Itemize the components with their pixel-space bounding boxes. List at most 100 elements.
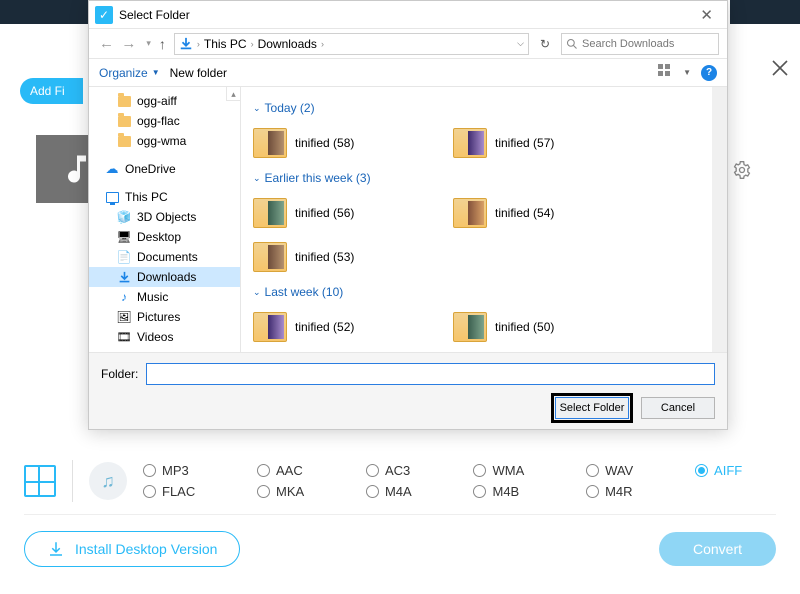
folder-item[interactable]: tinified (53) [253, 235, 453, 279]
folder-item[interactable]: tinified (56) [253, 191, 453, 235]
format-label: MP3 [162, 463, 189, 478]
tree-item-ogg-flac[interactable]: ogg-flac [89, 111, 240, 131]
folder-item[interactable]: tinified (50) [453, 305, 653, 349]
cancel-button[interactable]: Cancel [641, 397, 715, 419]
folder-input[interactable] [146, 363, 715, 385]
address-bar[interactable]: › This PC › Downloads › ⌵ [174, 33, 529, 55]
folder-name: tinified (52) [295, 320, 354, 334]
format-options: MP3 AAC AC3 WMA WAV AIFF FLAC MKA M4A M4B M4R [143, 463, 776, 499]
group-header[interactable]: ⌄Earlier this week (3) [253, 171, 700, 185]
folder-item[interactable]: tinified (57) [453, 121, 653, 165]
group-header[interactable]: ⌄Last week (10) [253, 285, 700, 299]
format-label: M4R [605, 484, 632, 499]
download-arrow-icon [179, 37, 193, 51]
format-label: M4A [385, 484, 412, 499]
tree-item-downloads[interactable]: Downloads [89, 267, 240, 287]
tree-item-ogg-aiff[interactable]: ogg-aiff [89, 91, 240, 111]
chevron-down-icon: ⌄ [253, 287, 261, 298]
bg-dark-left [0, 0, 88, 24]
folder-name: tinified (50) [495, 320, 554, 334]
format-mka[interactable]: MKA [257, 484, 338, 499]
search-placeholder: Search Downloads [582, 38, 674, 50]
install-desktop-button[interactable]: Install Desktop Version [24, 531, 240, 567]
tree-item-label: OneDrive [125, 162, 176, 176]
divider [72, 460, 73, 502]
folder-item[interactable]: tinified (58) [253, 121, 453, 165]
close-icon[interactable] [770, 58, 790, 83]
bg-dark-right [730, 0, 800, 24]
radio-icon [586, 464, 599, 477]
format-label: WAV [605, 463, 633, 478]
select-folder-button[interactable]: Select Folder [555, 397, 629, 419]
chevron-down-icon: ⌄ [253, 103, 261, 114]
folder-item[interactable]: tinified (52) [253, 305, 453, 349]
folder-icon [453, 312, 487, 342]
chevron-down-icon: ▼ [152, 68, 160, 77]
back-icon[interactable]: ← [97, 35, 116, 52]
download-icon [47, 540, 65, 558]
format-wma[interactable]: WMA [473, 463, 558, 478]
dialog-close-icon[interactable]: ✕ [692, 6, 721, 24]
folder-item[interactable]: tinified (48) [453, 349, 653, 352]
scrollbar-thumb[interactable] [714, 181, 725, 241]
audio-format-icon[interactable]: ♫ [89, 462, 127, 500]
chevron-down-icon: ⌄ [253, 173, 261, 184]
tree-scroll-up-icon[interactable]: ▴ [226, 87, 240, 101]
dialog-titlebar: ✓ Select Folder ✕ [89, 1, 727, 29]
format-m4a[interactable]: M4A [366, 484, 446, 499]
search-input[interactable]: Search Downloads [561, 33, 719, 55]
format-ac3[interactable]: AC3 [366, 463, 446, 478]
format-m4b[interactable]: M4B [473, 484, 558, 499]
tree-item-documents[interactable]: 📄Documents [89, 247, 240, 267]
refresh-icon[interactable]: ↻ [537, 36, 553, 52]
tree-item-this-pc[interactable]: This PC [89, 187, 240, 207]
nav-tree: ▴ ogg-aiff ogg-flacogg-wma ☁OneDrive This P… [89, 87, 241, 352]
video-format-icon[interactable] [24, 465, 56, 497]
tree-item-label: 3D Objects [137, 210, 196, 224]
format-m4r[interactable]: M4R [586, 484, 667, 499]
address-dropdown-icon[interactable]: ⌵ [517, 38, 524, 49]
format-flac[interactable]: FLAC [143, 484, 229, 499]
tree-item-music[interactable]: ♪Music [89, 287, 240, 307]
tree-item-label: Videos [137, 330, 173, 344]
organize-menu[interactable]: Organize ▼ [99, 66, 160, 80]
tree-item-desktop[interactable]: 🖥Desktop [89, 227, 240, 247]
folder-item[interactable]: tinified (54) [453, 191, 653, 235]
new-folder-button[interactable]: New folder [170, 66, 227, 80]
format-wav[interactable]: WAV [586, 463, 667, 478]
convert-button[interactable]: Convert [659, 532, 776, 566]
up-icon[interactable]: ↑ [159, 36, 166, 52]
chevron-right-icon: › [321, 39, 324, 49]
format-aiff[interactable]: AIFF [695, 463, 776, 478]
format-aac[interactable]: AAC [257, 463, 338, 478]
add-file-button[interactable]: Add Fi [20, 78, 83, 104]
folder-label: Folder: [101, 367, 138, 381]
radio-icon [366, 464, 379, 477]
tree-item-label: Pictures [137, 310, 180, 324]
crumb-folder[interactable]: Downloads [258, 37, 317, 51]
folder-icon [253, 242, 287, 272]
folder-item[interactable]: tinified (49) [253, 349, 453, 352]
radio-icon [257, 485, 270, 498]
format-mp3[interactable]: MP3 [143, 463, 229, 478]
tree-item-ogg-wma[interactable]: ogg-wma [89, 131, 240, 151]
recent-dropdown-icon[interactable]: ▾ [146, 38, 151, 49]
tree-item-pictures[interactable]: 🖼Pictures [89, 307, 240, 327]
tree-item-onedrive[interactable]: ☁OneDrive [89, 159, 240, 179]
tree-item-videos[interactable]: 🎞Videos [89, 327, 240, 347]
help-icon[interactable]: ? [701, 65, 717, 81]
format-label: AAC [276, 463, 303, 478]
tree-item-label: This PC [125, 190, 168, 204]
group-header[interactable]: ⌄Today (2) [253, 101, 700, 115]
tree-item-label: ogg-aiff [137, 94, 177, 108]
tree-item-3d-objects[interactable]: 🧊3D Objects [89, 207, 240, 227]
settings-icon[interactable] [732, 160, 752, 185]
chevron-down-icon[interactable]: ▼ [683, 68, 691, 77]
format-label: WMA [492, 463, 524, 478]
view-options-icon[interactable] [657, 63, 673, 82]
folder-icon [253, 312, 287, 342]
folder-icon [453, 198, 487, 228]
tree-item-local-disk-c-[interactable]: Local Disk (C:) [89, 347, 240, 352]
crumb-root[interactable]: This PC [204, 37, 247, 51]
forward-icon[interactable]: → [119, 35, 138, 52]
